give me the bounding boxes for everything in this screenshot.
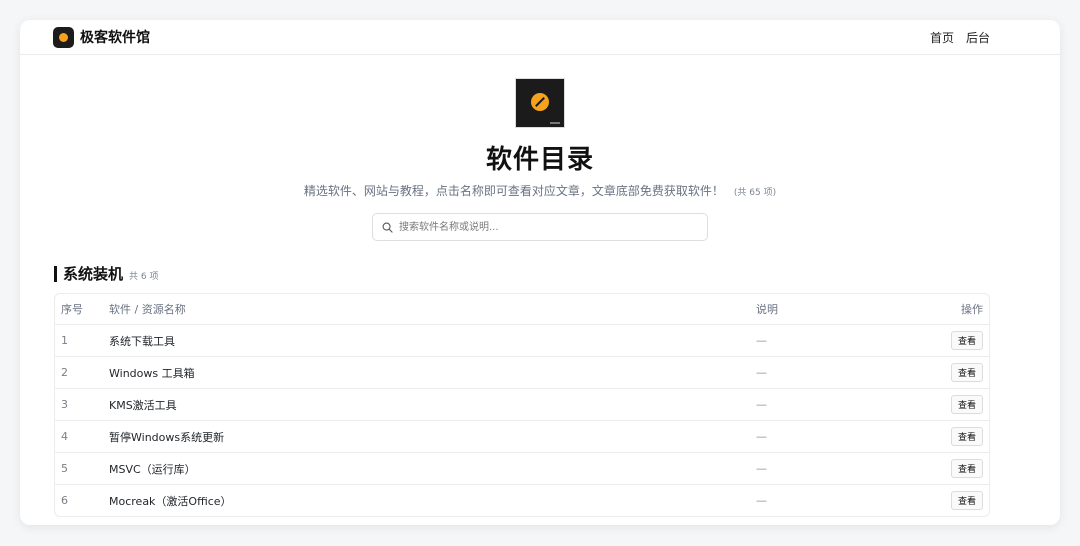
logo-icon xyxy=(53,26,74,48)
row-index: 2 xyxy=(61,366,68,379)
row-name-link[interactable]: Mocreak（激活Office） xyxy=(109,493,756,509)
table-row: 2 Windows 工具箱 — 查看 xyxy=(55,356,989,388)
view-button[interactable]: 查看 xyxy=(950,363,983,382)
row-name-link[interactable]: KMS激活工具 xyxy=(109,397,756,413)
row-description: — xyxy=(756,430,767,443)
row-description: — xyxy=(756,366,767,379)
section-system-install: 系统装机 共 6 项 序号 软件 / 资源名称 说明 操作 1 系统下载工具 —… xyxy=(20,266,1060,517)
row-name-link[interactable]: 暂停Windows系统更新 xyxy=(109,429,756,445)
total-count: (共 65 项) xyxy=(733,188,777,198)
brand-name: 极客软件馆 xyxy=(80,30,150,46)
subtitle-text: 精选软件、网站与教程，点击名称即可查看对应文章，文章底部免费获取软件！ xyxy=(303,184,724,198)
page-subtitle: 精选软件、网站与教程，点击名称即可查看对应文章，文章底部免费获取软件！ (共 65… xyxy=(20,182,1060,199)
view-button[interactable]: 查看 xyxy=(950,395,983,414)
column-header-name: 软件 / 资源名称 xyxy=(109,303,186,316)
row-action-cell: 查看 xyxy=(916,491,989,510)
section-header: 系统装机 共 6 项 xyxy=(54,266,990,282)
row-description: — xyxy=(756,398,767,411)
row-description: — xyxy=(756,462,767,475)
section-title: 系统装机 xyxy=(54,266,123,282)
row-index: 6 xyxy=(61,494,68,507)
row-description: — xyxy=(756,334,767,347)
hero-logo-image xyxy=(516,79,564,127)
top-bar: 极客软件馆 首页 后台 xyxy=(20,20,1060,55)
brand[interactable]: 极客软件馆 xyxy=(53,26,150,48)
row-index: 4 xyxy=(61,430,68,443)
table-row: 1 系统下载工具 — 查看 xyxy=(55,324,989,356)
column-header-description: 说明 xyxy=(756,303,778,316)
row-action-cell: 查看 xyxy=(916,363,989,382)
view-button[interactable]: 查看 xyxy=(950,459,983,478)
nav-admin-link[interactable]: 后台 xyxy=(966,29,990,46)
row-action-cell: 查看 xyxy=(916,459,989,478)
row-index: 5 xyxy=(61,462,68,475)
table-row: 5 MSVC（运行库） — 查看 xyxy=(55,452,989,484)
search-box[interactable] xyxy=(372,213,708,241)
row-description: — xyxy=(756,494,767,507)
row-action-cell: 查看 xyxy=(916,427,989,446)
top-nav: 首页 后台 xyxy=(930,29,990,46)
section-count: 共 6 项 xyxy=(129,272,159,282)
hero: 软件目录 精选软件、网站与教程，点击名称即可查看对应文章，文章底部免费获取软件！… xyxy=(20,55,1060,241)
row-action-cell: 查看 xyxy=(916,331,989,350)
table-header-row: 序号 软件 / 资源名称 说明 操作 xyxy=(55,294,989,324)
table-row: 6 Mocreak（激活Office） — 查看 xyxy=(55,484,989,516)
view-button[interactable]: 查看 xyxy=(950,427,983,446)
search-input[interactable] xyxy=(399,215,707,239)
table-row: 3 KMS激活工具 — 查看 xyxy=(55,388,989,420)
view-button[interactable]: 查看 xyxy=(950,331,983,350)
page-card: 极客软件馆 首页 后台 软件目录 精选软件、网站与教程，点击名称即可查看对应文章… xyxy=(20,20,1060,525)
row-name-link[interactable]: MSVC（运行库） xyxy=(109,461,756,477)
search-icon xyxy=(382,222,393,233)
column-header-index: 序号 xyxy=(61,303,83,316)
software-table: 序号 软件 / 资源名称 说明 操作 1 系统下载工具 — 查看 2 Windo… xyxy=(54,293,990,517)
table-row: 4 暂停Windows系统更新 — 查看 xyxy=(55,420,989,452)
row-action-cell: 查看 xyxy=(916,395,989,414)
column-header-action: 操作 xyxy=(961,303,983,316)
row-index: 1 xyxy=(61,334,68,347)
row-name-link[interactable]: 系统下载工具 xyxy=(109,333,756,349)
row-index: 3 xyxy=(61,398,68,411)
nav-home-link[interactable]: 首页 xyxy=(930,29,954,46)
row-name-link[interactable]: Windows 工具箱 xyxy=(109,365,756,381)
view-button[interactable]: 查看 xyxy=(950,491,983,510)
page-title: 软件目录 xyxy=(485,145,594,175)
